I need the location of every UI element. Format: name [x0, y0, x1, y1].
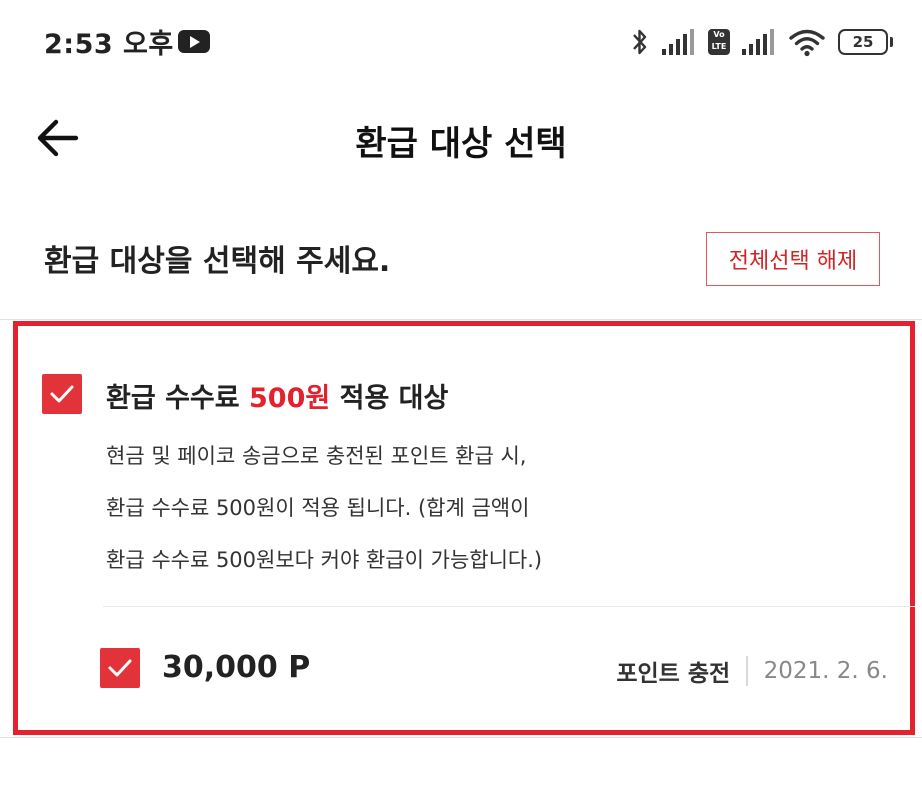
item-type: 포인트 충전 [616, 661, 731, 687]
fee-amount: 500원 [249, 383, 331, 414]
description-line: 환급 수수료 500원보다 커야 환급이 가능합니다.) [106, 548, 543, 572]
divider [0, 737, 922, 738]
item-checkbox[interactable] [100, 648, 140, 688]
wifi-icon [789, 29, 825, 57]
divider [0, 319, 922, 320]
group-title: 환급 수수료 500원 적용 대상 [106, 376, 448, 415]
youtube-icon [178, 30, 210, 53]
group-title-suffix: 적용 대상 [330, 383, 449, 414]
battery-icon: 25 [838, 29, 893, 55]
page-title: 환급 대상 선택 [355, 124, 567, 164]
status-bar: 2:53 오후 Vo LTE 25 [0, 0, 922, 84]
group-checkbox[interactable] [42, 374, 82, 414]
group-description: 현금 및 페이코 송금으로 충전된 포인트 환급 시, 환급 수수료 500원이… [106, 430, 542, 586]
checkmark-icon [108, 659, 132, 677]
item-amount: 30,000 P [162, 650, 311, 685]
item-date: 2021. 2. 6. [763, 658, 888, 684]
status-time: 2:53 오후 [44, 29, 174, 60]
volte-icon: Vo LTE [708, 29, 730, 55]
checkmark-icon [50, 385, 74, 403]
cell-signal-icon-2 [742, 29, 776, 55]
app-header: 환급 대상 선택 [0, 90, 922, 186]
status-icons: Vo LTE 25 [630, 24, 893, 60]
refund-group-card: 환급 수수료 500원 적용 대상 현금 및 페이코 송금으로 충전된 포인트 … [13, 321, 915, 735]
item-meta: 포인트 충전 2021. 2. 6. [616, 654, 888, 688]
description-line: 현금 및 페이코 송금으로 충전된 포인트 환급 시, [106, 444, 527, 468]
item-divider [103, 606, 915, 607]
cell-signal-icon-1 [662, 29, 696, 55]
bluetooth-icon [633, 29, 647, 55]
description-line: 환급 수수료 500원이 적용 됩니다. (합계 금액이 [106, 496, 530, 520]
selection-header: 환급 대상을 선택해 주세요. 전체선택 해제 [0, 224, 922, 304]
deselect-all-button[interactable]: 전체선택 해제 [706, 232, 880, 286]
instruction-text: 환급 대상을 선택해 주세요. [44, 244, 391, 279]
meta-separator [746, 656, 748, 686]
group-title-prefix: 환급 수수료 [106, 383, 249, 414]
